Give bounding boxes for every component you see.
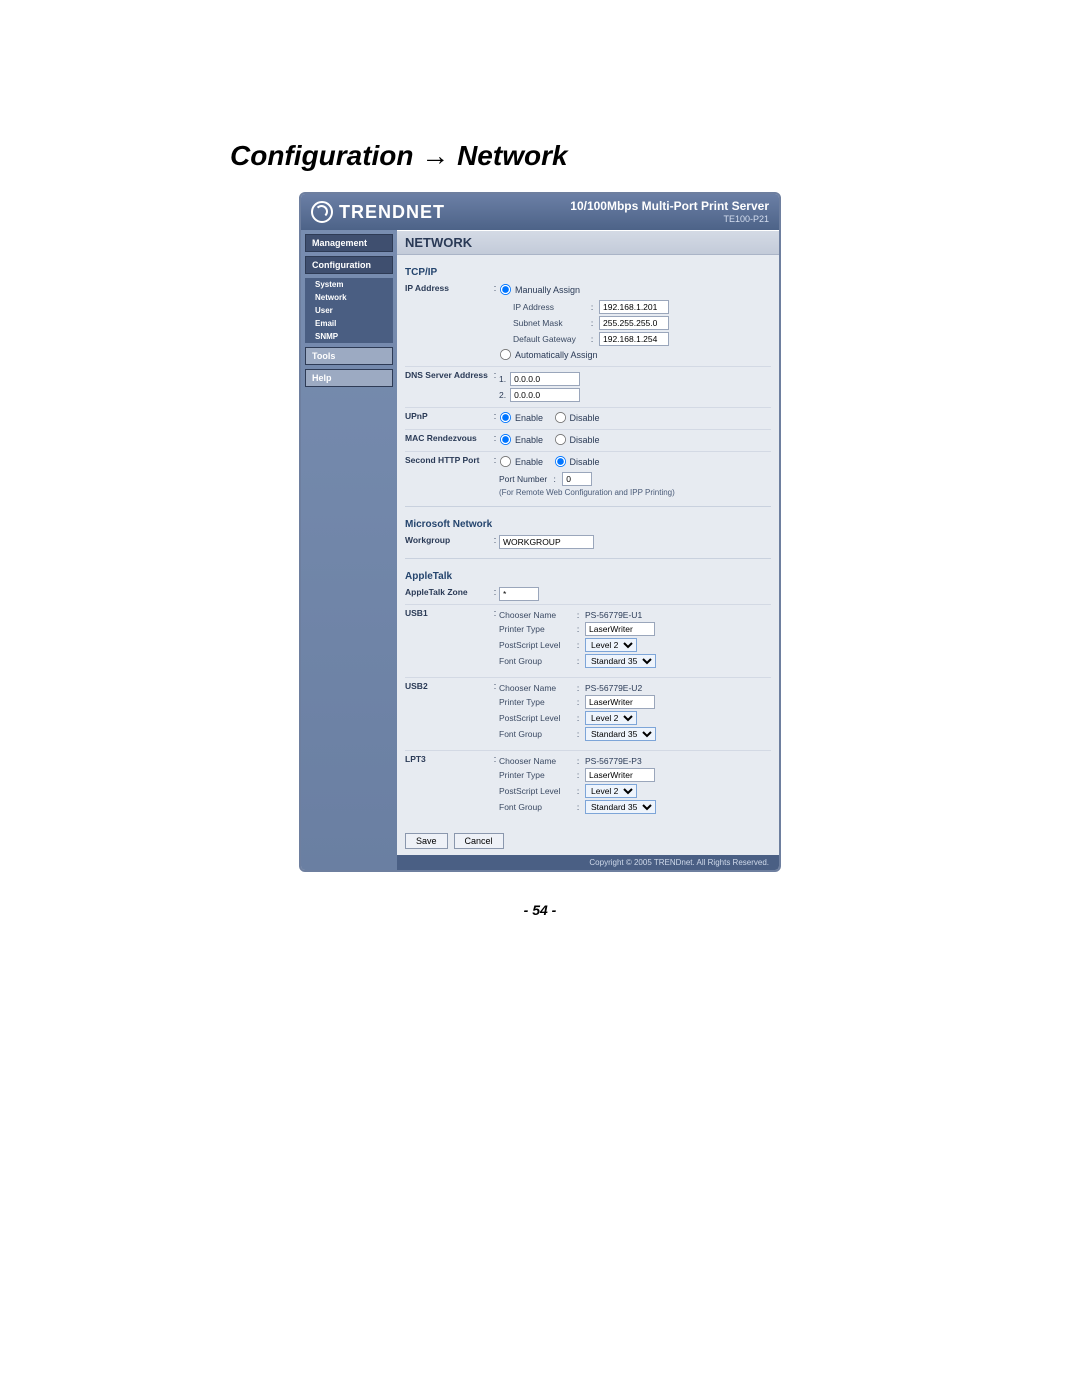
nav-configuration[interactable]: Configuration [305, 256, 393, 274]
usb2-ps-level-label: PostScript Level [499, 713, 571, 723]
gateway-sublabel: Default Gateway [513, 334, 585, 344]
page-number: - 54 - [0, 902, 1080, 918]
nav-sub-email[interactable]: Email [305, 317, 393, 330]
save-button[interactable]: Save [405, 833, 448, 849]
usb2-printer-type-input[interactable] [585, 695, 655, 709]
second-http-label: Second HTTP Port [405, 455, 491, 465]
http-enable[interactable]: Enable [499, 455, 543, 468]
section-tcpip-title: TCP/IP [405, 267, 771, 278]
lpt3-font-group-select[interactable]: Standard 35 [585, 800, 656, 814]
usb2-chooser-label: Chooser Name [499, 683, 571, 693]
mac-enable[interactable]: Enable [499, 433, 543, 446]
subnet-input[interactable] [599, 316, 669, 330]
subnet-sublabel: Subnet Mask [513, 318, 585, 328]
lpt3-chooser-value: PS-56779E-P3 [585, 756, 642, 766]
lpt3-printer-type-input[interactable] [585, 768, 655, 782]
workgroup-label: Workgroup [405, 535, 491, 545]
brand-text: TRENDNET [339, 202, 445, 223]
usb1-ps-level-label: PostScript Level [499, 640, 571, 650]
gateway-input[interactable] [599, 332, 669, 346]
lpt3-ps-level-select[interactable]: Level 2 [585, 784, 637, 798]
header-bar: TRENDNET 10/100Mbps Multi-Port Print Ser… [301, 194, 779, 230]
nav-sub-network[interactable]: Network [305, 291, 393, 304]
usb1-printer-type-input[interactable] [585, 622, 655, 636]
usb2-label: USB2 [405, 681, 491, 691]
ip-manual-radio[interactable]: Manually Assign [499, 283, 580, 296]
usb2-chooser-value: PS-56779E-U2 [585, 683, 642, 693]
upnp-disable[interactable]: Disable [554, 411, 600, 424]
nav-management[interactable]: Management [305, 234, 393, 252]
nav-sub-system[interactable]: System [305, 278, 393, 291]
dns-label: DNS Server Address [405, 370, 491, 380]
usb1-printer-type-label: Printer Type [499, 624, 571, 634]
nav-help[interactable]: Help [305, 369, 393, 387]
upnp-enable[interactable]: Enable [499, 411, 543, 424]
appletalk-zone-label: AppleTalk Zone [405, 587, 491, 597]
lpt3-printer-type-label: Printer Type [499, 770, 571, 780]
copyright-footer: Copyright © 2005 TRENDnet. All Rights Re… [397, 855, 779, 870]
appletalk-zone-input[interactable] [499, 587, 539, 601]
nav-sub-user[interactable]: User [305, 304, 393, 317]
usb1-chooser-value: PS-56779E-U1 [585, 610, 642, 620]
ip-input[interactable] [599, 300, 669, 314]
dns2-input[interactable] [510, 388, 580, 402]
usb1-chooser-label: Chooser Name [499, 610, 571, 620]
page-title: NETWORK [397, 230, 779, 255]
port-number-input[interactable] [562, 472, 592, 486]
sidebar: Management Configuration System Network … [301, 230, 397, 870]
usb2-ps-level-select[interactable]: Level 2 [585, 711, 637, 725]
workgroup-input[interactable] [499, 535, 594, 549]
dns2-num: 2. [499, 390, 506, 400]
ip-auto-radio[interactable]: Automatically Assign [499, 348, 598, 361]
usb2-printer-type-label: Printer Type [499, 697, 571, 707]
lpt3-font-group-label: Font Group [499, 802, 571, 812]
lpt3-label: LPT3 [405, 754, 491, 764]
ip-sublabel: IP Address [513, 302, 585, 312]
nav-tools[interactable]: Tools [305, 347, 393, 365]
document-heading: Configuration → Network [230, 140, 1080, 172]
nav-sub-snmp[interactable]: SNMP [305, 330, 393, 343]
section-appletalk-title: AppleTalk [405, 571, 771, 582]
section-msnet-title: Microsoft Network [405, 519, 771, 530]
usb1-font-group-label: Font Group [499, 656, 571, 666]
swirl-icon [311, 201, 333, 223]
mac-disable[interactable]: Disable [554, 433, 600, 446]
router-admin-screenshot: TRENDNET 10/100Mbps Multi-Port Print Ser… [299, 192, 781, 872]
usb2-font-group-select[interactable]: Standard 35 [585, 727, 656, 741]
dns1-num: 1. [499, 374, 506, 384]
dns1-input[interactable] [510, 372, 580, 386]
product-title: 10/100Mbps Multi-Port Print Server [570, 199, 769, 213]
port-note: (For Remote Web Configuration and IPP Pr… [499, 488, 771, 497]
upnp-label: UPnP [405, 411, 491, 421]
lpt3-chooser-label: Chooser Name [499, 756, 571, 766]
cancel-button[interactable]: Cancel [454, 833, 504, 849]
usb2-font-group-label: Font Group [499, 729, 571, 739]
ip-address-label: IP Address [405, 283, 491, 293]
product-model: TE100-P21 [570, 214, 769, 225]
lpt3-ps-level-label: PostScript Level [499, 786, 571, 796]
mac-rendezvous-label: MAC Rendezvous [405, 433, 491, 443]
logo: TRENDNET [311, 201, 445, 223]
usb1-label: USB1 [405, 608, 491, 618]
usb1-ps-level-select[interactable]: Level 2 [585, 638, 637, 652]
http-disable[interactable]: Disable [554, 455, 600, 468]
port-number-label: Port Number [499, 474, 547, 484]
usb1-font-group-select[interactable]: Standard 35 [585, 654, 656, 668]
